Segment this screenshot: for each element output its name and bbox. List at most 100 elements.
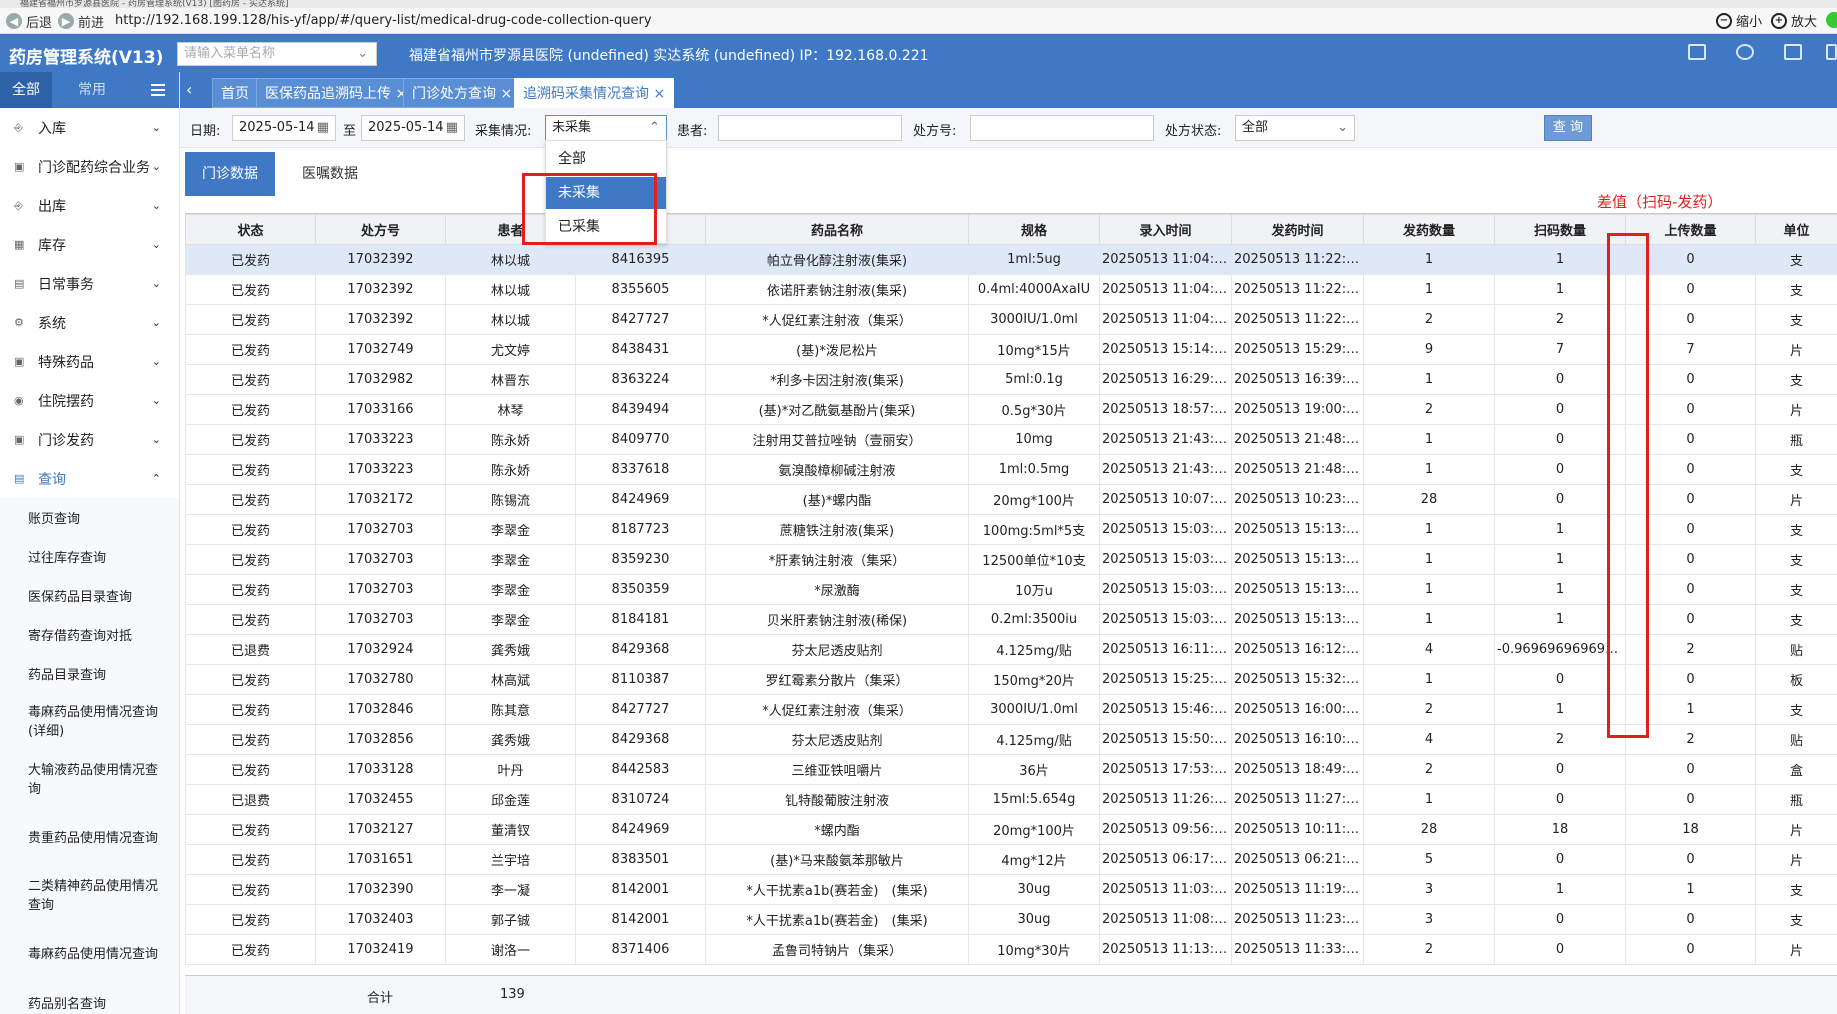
table-row[interactable]: 已发药 17032403 郭子铖 8142001 *人干扰素a1b(赛若金) (集采) 3… [185,904,1837,935]
table-row[interactable]: 已发药 17032419 谢洛一 8371406 孟鲁司特钠片（集采） 10mg*30片 2… [185,934,1837,965]
table-row[interactable]: 已发药 17031651 兰宇培 8383501 (基)*马来酸氨苯那敏片 4mg*12片… [185,844,1837,875]
table-row[interactable]: 已发药 17033223 陈永娇 8337618 氨溴酸樟柳碱注射液 1ml:0.5mg 2… [185,454,1837,485]
sidebar-item[interactable]: ⎆ 出库 ⌄ [0,186,179,225]
column-header[interactable]: 规格 [968,214,1100,245]
table-row[interactable]: 已发药 17032127 董清钗 8424969 *螺内酯 20mg*100片 202505… [185,814,1837,845]
chevron-down-icon: ⌄ [151,316,161,329]
sidebar-item[interactable]: ⚙ 系统 ⌄ [0,303,179,342]
patient-input[interactable] [718,115,902,141]
column-header[interactable]: 药品名称 [705,214,969,245]
sidebar-item-label: 日常事务 [38,276,94,293]
table-row[interactable]: 已发药 17032392 林以城 8416395 帕立骨化醇注射液(集采) 1ml:5ug… [185,244,1837,275]
query-button[interactable]: 查 询 [1544,115,1592,141]
table-cell: 0 [1494,454,1626,485]
sidebar-item[interactable]: ▣ 门诊配药综合业务 ⌄ [0,147,179,186]
table-cell: 支 [1755,304,1837,335]
date-to-input[interactable]: 2025-05-14 ▦ [361,115,465,141]
table-cell: 已发药 [185,574,316,605]
column-header[interactable]: 发药时间 [1231,214,1364,245]
dropdown-option-all[interactable]: 全部 [546,143,666,175]
table-cell: 20250513 11:33:03 [1231,934,1364,965]
tab-order-data[interactable]: 医嘱数据 [285,152,375,196]
table-row[interactable]: 已发药 17032703 李翠金 8359230 *肝素钠注射液（集采） 12500单位*… [185,544,1837,575]
table-row[interactable]: 已退费 17032924 龚秀娥 8429368 芬太尼透皮贴剂 4.125mg/贴 202… [185,634,1837,665]
tab-outpatient-data[interactable]: 门诊数据 [185,152,275,196]
column-header[interactable]: 扫码数量 [1494,214,1626,245]
sidebar-subitem[interactable]: 毒麻药品使用情况查询 [0,925,179,983]
table-cell: *螺内酯 [705,814,969,845]
table-row[interactable]: 已发药 17032172 陈锡流 8424969 (基)*螺内酯 20mg*100片 202… [185,484,1837,515]
tabs-scroll-left-icon[interactable]: ‹ [186,80,192,99]
table-cell: 依诺肝素钠注射液(集采) [705,274,969,305]
table-cell: 20mg*100片 [968,814,1100,845]
screen-icon[interactable] [1688,44,1706,60]
settings-icon[interactable] [1736,44,1754,60]
tab-home[interactable]: 首页 [212,78,258,108]
table-cell: 5 [1363,844,1495,875]
logout-icon[interactable] [1784,44,1802,60]
table-row[interactable]: 已发药 17032703 李翠金 8350359 *尿激酶 10万u 20250513 15… [185,574,1837,605]
column-header[interactable]: 单位 [1755,214,1837,245]
column-header[interactable]: 录入时间 [1099,214,1232,245]
sidebar-item[interactable]: ▣ 门诊发药 ⌄ [0,420,179,459]
sidebar-subitem[interactable]: 毒麻药品使用情况查询(详细) [0,693,179,751]
sidebar-subitem[interactable]: 账页查询 [0,498,179,537]
date-from-input[interactable]: 2025-05-14 ▦ [232,115,336,141]
table-cell: 17032703 [315,544,446,575]
table-row[interactable]: 已发药 17032390 李一凝 8142001 *人干扰素a1b(赛若金) (集采) 3… [185,874,1837,905]
table-row[interactable]: 已发药 17032780 林高斌 8110387 罗红霉素分散片（集采） 150mg*20… [185,664,1837,695]
tab-outpatient-rx-query[interactable]: 门诊处方查询 × [403,78,522,108]
tab-drug-trace-upload[interactable]: 医保药品追溯码上传 × [256,78,417,108]
sidebar-item[interactable]: ▤ 日常事务 ⌄ [0,264,179,303]
menu-search-input[interactable]: 请输入菜单名称 ⌄ [177,42,377,66]
table-row[interactable]: 已发药 17033166 林琴 8439494 (基)*对乙酰氨基酚片(集采) 0.5g*… [185,394,1837,425]
power-icon[interactable] [1826,44,1837,60]
rx-number-input[interactable] [970,115,1154,141]
column-header[interactable]: 发药数量 [1363,214,1495,245]
table-cell: 陈永娇 [445,424,576,455]
hamburger-menu-icon[interactable] [151,84,165,96]
forward-button[interactable]: ▶ 前进 [58,12,104,31]
sidebar-subitem[interactable]: 寄存借药查询对抵 [0,615,179,654]
sidebar-tab-common[interactable]: 常用 [66,72,118,108]
zoom-in-button[interactable]: + 放大 [1771,11,1817,30]
table-cell: *人干扰素a1b(赛若金) (集采) [705,874,969,905]
table-row[interactable]: 已发药 17032703 李翠金 8187723 蔗糖铁注射液(集采) 100mg:5ml… [185,514,1837,545]
sidebar-tab-all[interactable]: 全部 [0,72,52,108]
collect-status-select[interactable]: 未采集 ⌃ [545,115,667,141]
zoom-out-button[interactable]: − 缩小 [1716,11,1762,30]
table-row[interactable]: 已发药 17032749 尤文婷 8438431 (基)*泼尼松片 10mg*15片 202… [185,334,1837,365]
address-bar[interactable]: http://192.168.199.128/his-yf/app/#/quer… [115,13,652,28]
sidebar-subitem[interactable]: 医保药品目录查询 [0,576,179,615]
sidebar-subitem[interactable]: 药品目录查询 [0,654,179,693]
table-row[interactable]: 已发药 17032846 陈其意 8427727 *人促红素注射液（集采） 3000IU/… [185,694,1837,725]
table-row[interactable]: 已发药 17033128 叶丹 8442583 三维亚铁咀嚼片 36片 20250513 1… [185,754,1837,785]
table-cell: 已退费 [185,784,316,815]
table-cell: 20250513 15:13:53 [1231,544,1364,575]
column-header[interactable]: 处方号 [315,214,446,245]
back-button[interactable]: ◀ 后退 [6,12,52,31]
table-cell: *肝素钠注射液（集采） [705,544,969,575]
table-row[interactable]: 已退费 17032455 邱金莲 8310724 钆特酸葡胺注射液 15ml:5.654g… [185,784,1837,815]
column-header[interactable]: 状态 [185,214,316,245]
rx-status-select[interactable]: 全部 ⌄ [1235,115,1355,141]
sidebar-item[interactable]: ◉ 住院摆药 ⌄ [0,381,179,420]
sidebar-subitem[interactable]: 二类精神药品使用情况查询 [0,867,179,925]
table-cell: *人促红素注射液（集采） [705,694,969,725]
sidebar-subitem[interactable]: 过往库存查询 [0,537,179,576]
table-row[interactable]: 已发药 17032982 林晋东 8363224 *利多卡因注射液(集采) 5ml:0.1… [185,364,1837,395]
table-row[interactable]: 已发药 17032392 林以城 8355605 依诺肝素钠注射液(集采) 0.4ml:4… [185,274,1837,305]
sidebar-subitem[interactable]: 贵重药品使用情况查询 [0,809,179,867]
sidebar-subitem[interactable]: 药品别名查询 [0,983,179,1014]
sidebar-subitem[interactable]: 大输液药品使用情况查询 [0,751,179,809]
sidebar-item[interactable]: ⎆ 入库 ⌄ [0,108,179,147]
table-row[interactable]: 已发药 17032392 林以城 8427727 *人促红素注射液（集采） 3000IU/… [185,304,1837,335]
table-row[interactable]: 已发药 17033223 陈永娇 8409770 注射用艾普拉唑钠（壹丽安） 10mg 20… [185,424,1837,455]
sidebar-item[interactable]: ▤ 查询 ⌃ [0,459,179,498]
tab-trace-code-collection-query[interactable]: 追溯码采集情况查询 × [514,78,675,108]
table-row[interactable]: 已发药 17032856 龚秀娥 8429368 芬太尼透皮贴剂 4.125mg/贴 202… [185,724,1837,755]
table-cell: 20250513 18:49:30 [1231,754,1364,785]
sidebar-item[interactable]: ▦ 库存 ⌄ [0,225,179,264]
sidebar-item[interactable]: ▣ 特殊药品 ⌄ [0,342,179,381]
table-row[interactable]: 已发药 17032703 李翠金 8184181 贝米肝素钠注射液(稀保) 0.2ml:3… [185,604,1837,635]
